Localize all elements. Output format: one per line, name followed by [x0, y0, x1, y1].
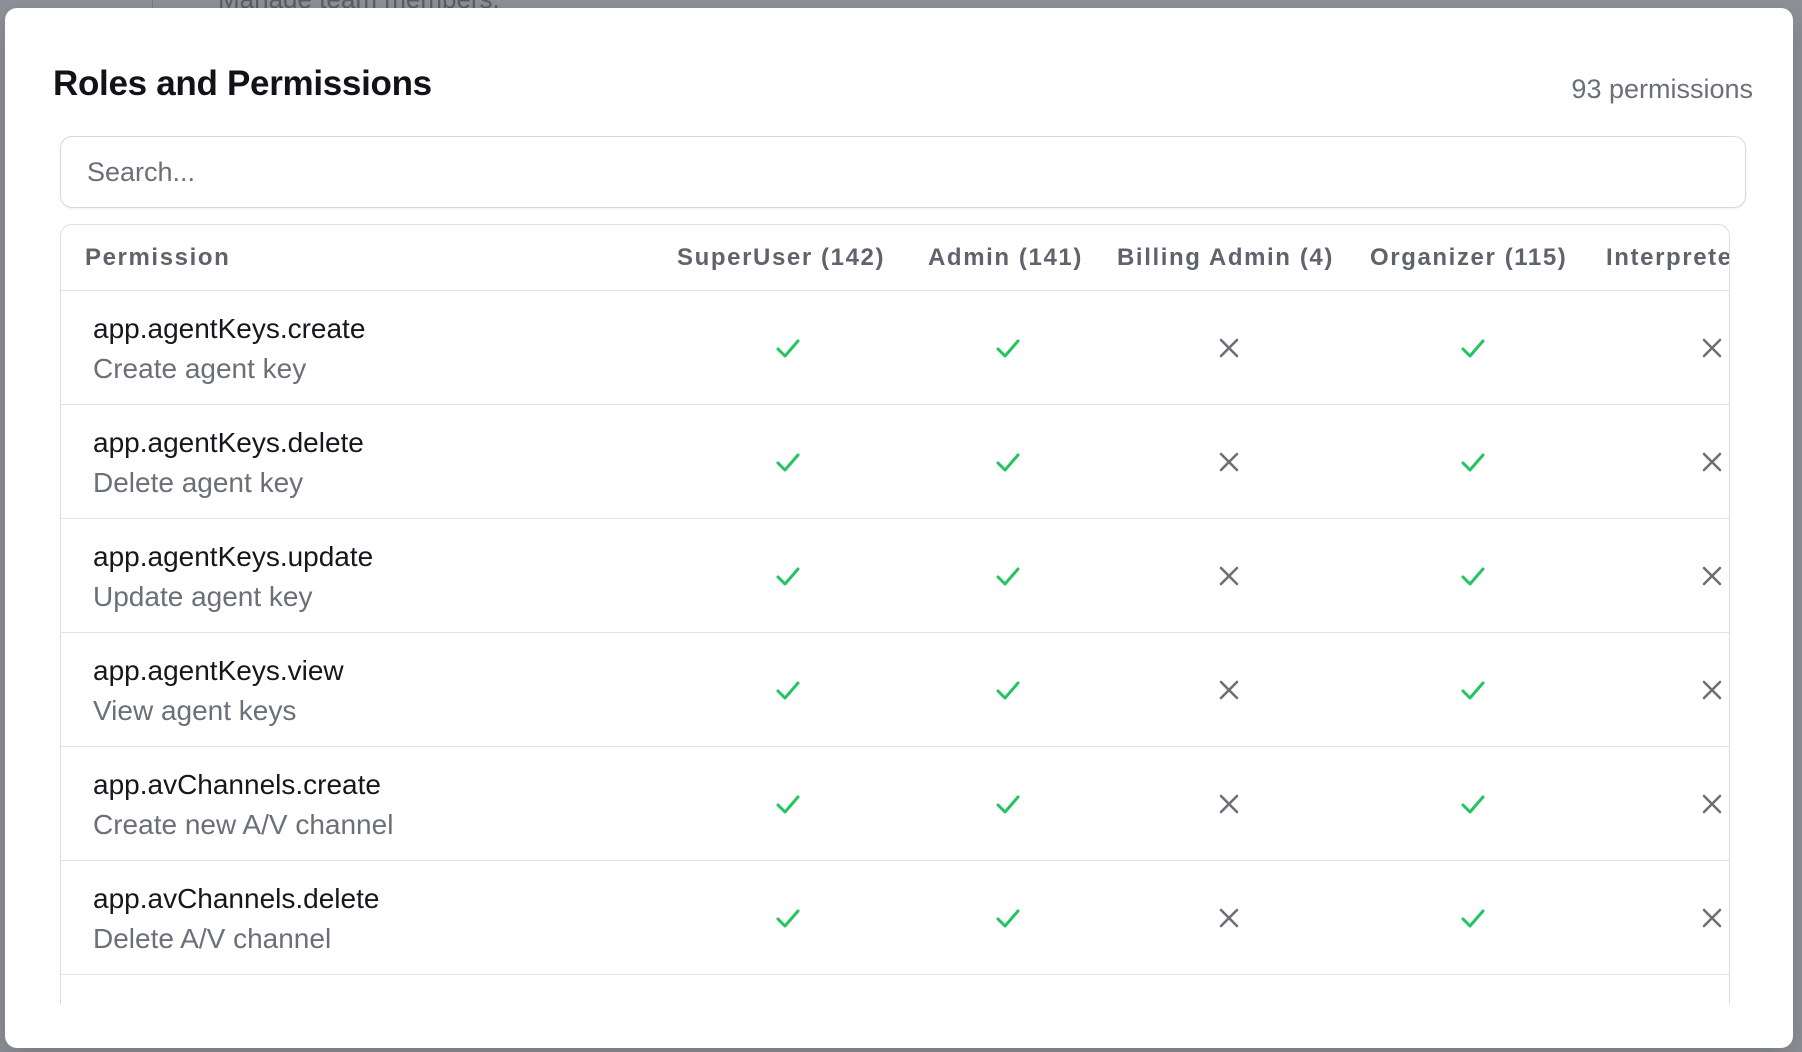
check-icon-organizer: [1453, 633, 1493, 747]
check-icon-admin: [988, 291, 1028, 405]
search-input[interactable]: [61, 137, 1745, 207]
column-header-permission: Permission: [85, 244, 231, 271]
x-icon-billing-admin: [1209, 633, 1249, 747]
check-icon-organizer: [1453, 291, 1493, 405]
search-field[interactable]: [60, 136, 1746, 208]
x-icon-interpreter: [1692, 291, 1729, 405]
column-header-interpreter: Interpreter: [1606, 244, 1730, 271]
permission-key: app.agentKeys.create: [93, 313, 366, 344]
check-icon-admin: [988, 519, 1028, 633]
permission-description: Delete agent key: [93, 467, 304, 498]
column-header-billing-admin: Billing Admin (4): [1117, 244, 1334, 271]
permission-key: app.avChannels.delete: [93, 883, 380, 914]
permission-description: Create new A/V channel: [93, 809, 394, 840]
check-icon-organizer: [1453, 519, 1493, 633]
check-icon-organizer: [1453, 861, 1493, 975]
permissions-table[interactable]: Permission SuperUser (142) Admin (141) B…: [60, 224, 1730, 1004]
x-icon-interpreter: [1692, 861, 1729, 975]
table-row[interactable]: app.agentKeys.create Create agent key: [61, 291, 1729, 405]
x-icon-billing-admin: [1209, 405, 1249, 519]
permission-key: app.agentKeys.update: [93, 541, 374, 572]
check-icon-superuser: [768, 291, 808, 405]
x-icon-interpreter: [1692, 405, 1729, 519]
table-row-partial: [61, 975, 1729, 1004]
check-icon-admin: [988, 633, 1028, 747]
check-icon-organizer: [1453, 405, 1493, 519]
table-header: Permission SuperUser (142) Admin (141) B…: [61, 225, 1730, 291]
permission-key: app.agentKeys.delete: [93, 427, 364, 458]
permission-key: app.agentKeys.view: [93, 655, 344, 686]
x-icon-interpreter: [1692, 747, 1729, 861]
check-icon-superuser: [768, 747, 808, 861]
check-icon-admin: [988, 861, 1028, 975]
roles-permissions-modal: Roles and Permissions 93 permissions Per…: [5, 8, 1793, 1048]
table-row[interactable]: app.agentKeys.view View agent keys: [61, 633, 1729, 747]
check-icon-superuser: [768, 519, 808, 633]
x-icon-billing-admin: [1209, 747, 1249, 861]
x-icon-billing-admin: [1209, 519, 1249, 633]
permission-description: Create agent key: [93, 353, 307, 384]
column-header-superuser: SuperUser (142): [677, 244, 886, 271]
permission-description: Update agent key: [93, 581, 313, 612]
table-row[interactable]: app.avChannels.delete Delete A/V channel: [61, 861, 1729, 975]
table-row[interactable]: app.avChannels.create Create new A/V chan…: [61, 747, 1729, 861]
check-icon-organizer: [1453, 747, 1493, 861]
permission-description: Delete A/V channel: [93, 923, 332, 954]
permission-key: app.avChannels.create: [93, 769, 381, 800]
table-row[interactable]: app.agentKeys.update Update agent key: [61, 519, 1729, 633]
column-header-organizer: Organizer (115): [1370, 244, 1568, 271]
x-icon-interpreter: [1692, 519, 1729, 633]
modal-title: Roles and Permissions: [53, 64, 432, 103]
check-icon-superuser: [768, 861, 808, 975]
x-icon-billing-admin: [1209, 861, 1249, 975]
check-icon-superuser: [768, 633, 808, 747]
permission-description: View agent keys: [93, 695, 297, 726]
x-icon-billing-admin: [1209, 291, 1249, 405]
column-header-admin: Admin (141): [928, 244, 1083, 271]
permission-count: 93 permissions: [1571, 74, 1753, 104]
x-icon-interpreter: [1692, 633, 1729, 747]
check-icon-admin: [988, 405, 1028, 519]
check-icon-superuser: [768, 405, 808, 519]
check-icon-admin: [988, 747, 1028, 861]
table-row[interactable]: app.agentKeys.delete Delete agent key: [61, 405, 1729, 519]
